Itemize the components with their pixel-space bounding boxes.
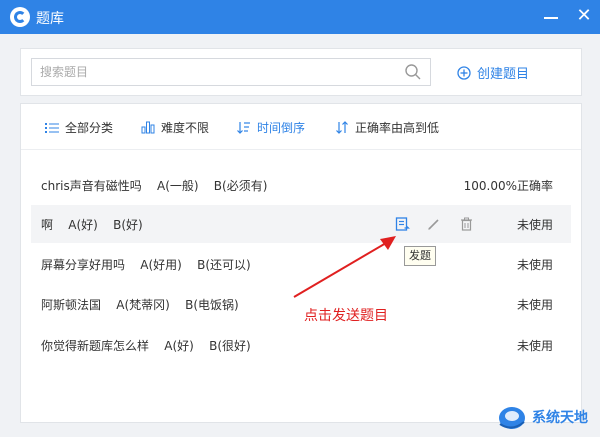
watermark-logo-icon: [499, 407, 525, 429]
annotation-arrow: [293, 236, 396, 298]
annotation-label: 点击发送题目: [304, 308, 388, 324]
watermark-text: 系统天地: [532, 410, 588, 426]
watermark: 系统天地: [496, 402, 588, 432]
